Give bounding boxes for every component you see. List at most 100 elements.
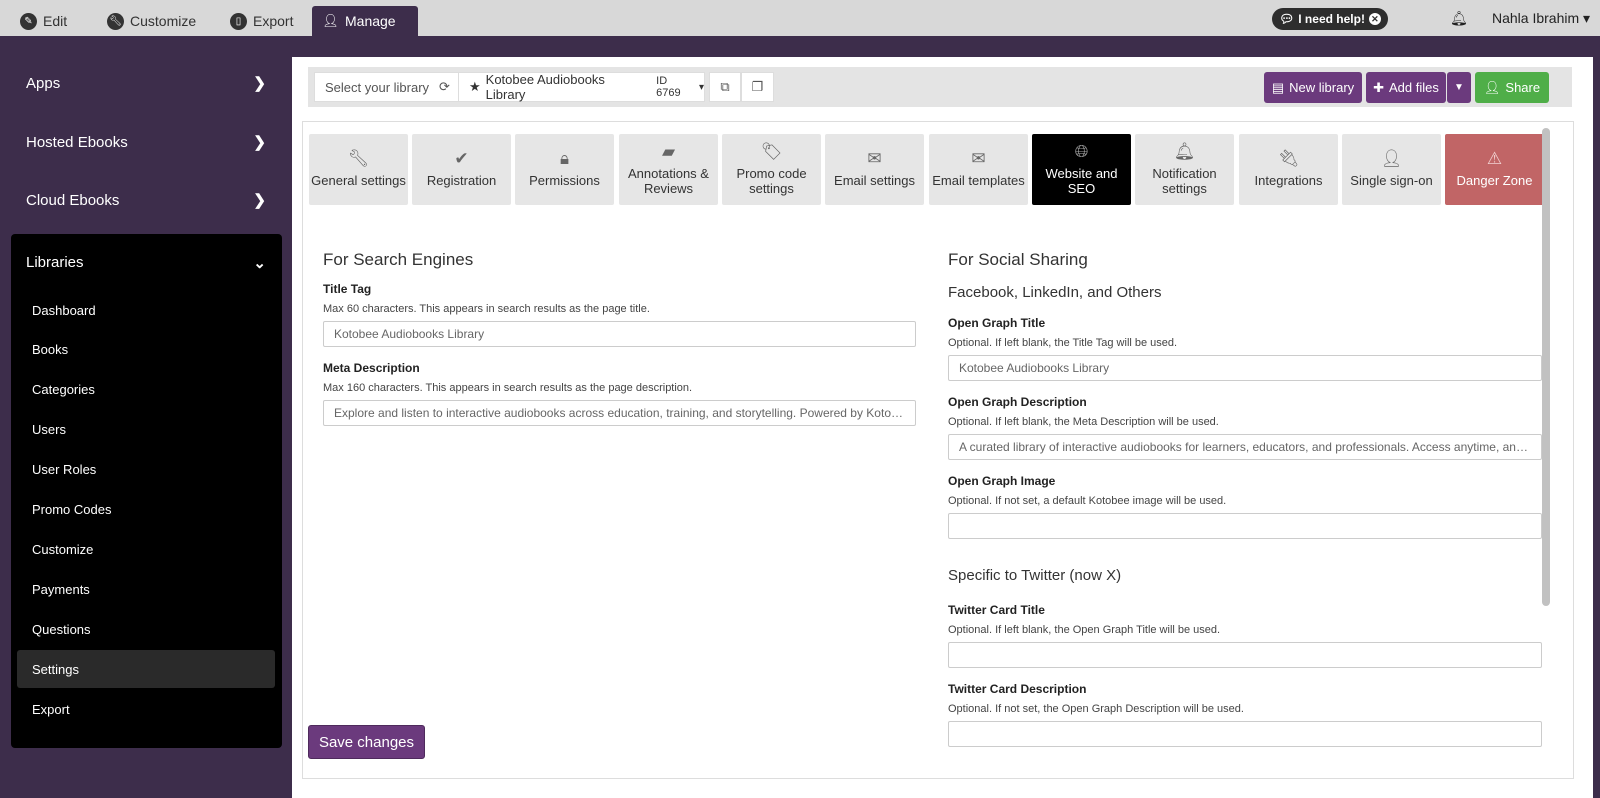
tab-integrations[interactable]: 🔌︎ Integrations [1239, 134, 1338, 205]
top-tab-customize[interactable]: 🔧︎ Customize [97, 6, 206, 36]
social-sharing-heading: For Social Sharing [948, 250, 1088, 269]
sidebar-item-label: User Roles [32, 461, 97, 477]
sidebar-item-promo-codes[interactable]: Promo Codes [17, 490, 275, 528]
sidebar-item-user-roles[interactable]: User Roles [17, 450, 275, 488]
panel-scrollbar[interactable] [1542, 128, 1550, 606]
sidebar-item-users[interactable]: Users [17, 410, 275, 448]
meta-description-help: Max 160 characters. This appears in sear… [323, 382, 693, 394]
sidebar-item-payments[interactable]: Payments [17, 570, 275, 608]
sidebar-item-customize[interactable]: Customize [17, 530, 275, 568]
lock-icon: 🔒︎ [559, 149, 570, 168]
open-external-button[interactable]: ⧉ [709, 72, 741, 102]
user-menu[interactable]: Nahla Ibrahim ▾ [1492, 10, 1590, 27]
twitter-card-title-input[interactable] [948, 642, 1542, 668]
og-description-value: A curated library of interactive audiobo… [959, 440, 1531, 454]
user-plus-icon: 👤︎ [1483, 79, 1501, 95]
og-title-value: Kotobee Audiobooks Library [959, 361, 1110, 375]
tab-general-settings[interactable]: 🔧︎ General settings [309, 134, 408, 205]
meta-description-label: Meta Description [323, 361, 420, 375]
chevron-right-icon: ❯ [253, 192, 266, 209]
new-library-button[interactable]: ▤ New library [1264, 72, 1362, 103]
check-icon: ✔ [454, 149, 469, 168]
sidebar-item-label: Categories [32, 381, 95, 397]
top-tab-edit[interactable]: ✎ Edit [10, 6, 77, 36]
sidebar-item-label: Promo Codes [32, 501, 112, 517]
sidebar-item-export[interactable]: Export [17, 690, 275, 728]
library-select-label[interactable]: Select your library ⟳ [314, 72, 459, 102]
tab-annotations-reviews[interactable]: ▰ Annotations & Reviews [619, 134, 718, 205]
tab-notification-settings[interactable]: 🔔︎ Notification settings [1135, 134, 1234, 205]
og-image-label: Open Graph Image [948, 474, 1056, 488]
sidebar-item-label: Questions [32, 621, 91, 637]
sidebar-item-label: Dashboard [32, 302, 96, 318]
share-button[interactable]: 👤︎ Share [1475, 72, 1549, 103]
og-image-input[interactable] [948, 513, 1542, 539]
close-icon[interactable]: ✕ [1368, 13, 1381, 25]
external-link-icon: ⧉ [720, 79, 730, 94]
globe-icon: 🌐︎ [1074, 141, 1089, 161]
tab-label: Website and SEO [1045, 165, 1118, 196]
add-files-dropdown[interactable]: ▼ [1447, 72, 1471, 103]
sidebar-item-label: Books [32, 341, 69, 357]
sidebar-item-settings[interactable]: Settings [17, 650, 275, 688]
select-library-label: Select your library [325, 79, 430, 95]
top-tab-label: Manage [345, 13, 396, 29]
refresh-icon[interactable]: ⟳ [439, 79, 450, 95]
twitter-subheading: Specific to Twitter (now X) [948, 567, 1122, 584]
caret-down-icon: ▾ [698, 81, 704, 93]
help-button[interactable]: 💬︎ I need help! ✕ [1272, 8, 1388, 30]
chevron-right-icon: ❯ [253, 75, 266, 92]
tab-label: Danger Zone [1456, 173, 1533, 188]
search-engines-heading: For Search Engines [323, 250, 474, 269]
og-title-input[interactable]: Kotobee Audiobooks Library [948, 355, 1542, 381]
og-description-input[interactable]: A curated library of interactive audiobo… [948, 434, 1542, 460]
caret-down-icon: ▼ [1454, 82, 1464, 93]
tab-registration[interactable]: ✔ Registration [412, 134, 511, 205]
plug-icon: 🔌︎ [1277, 149, 1300, 168]
phone-icon: ▯ [230, 12, 247, 30]
tab-email-settings[interactable]: ✉ Email settings [825, 134, 924, 205]
tab-label: Registration [426, 173, 497, 188]
save-changes-button[interactable]: Save changes [308, 725, 425, 759]
archive-icon: ▤ [1271, 79, 1285, 95]
settings-panel: 🔧︎ General settings ✔ Registration 🔒︎ Pe… [302, 121, 1574, 779]
tab-permissions[interactable]: 🔒︎ Permissions [515, 134, 614, 205]
title-tag-input[interactable]: Kotobee Audiobooks Library [323, 321, 916, 347]
twitter-card-description-input[interactable] [948, 721, 1542, 747]
library-id: ID 6769 [656, 75, 681, 99]
library-dropdown[interactable]: ★ Kotobee Audiobooks Library ID 6769 ▾ [458, 72, 705, 102]
copy-button[interactable]: ❐ [741, 72, 774, 102]
sidebar-item-label: Apps [26, 74, 61, 92]
chevron-down-icon: ⌄ [253, 255, 266, 272]
add-files-label: Add files [1389, 80, 1439, 95]
tab-promo-code-settings[interactable]: 🏷︎ Promo code settings [722, 134, 821, 205]
sidebar-item-hosted-ebooks[interactable]: Hosted Ebooks ❯ [26, 133, 266, 152]
sidebar-item-dashboard[interactable]: Dashboard [17, 291, 275, 329]
sidebar-item-label: Export [32, 701, 70, 717]
sidebar-item-books[interactable]: Books [17, 330, 275, 368]
top-navbar: ✎ Edit 🔧︎ Customize ▯ Export 👤︎ Manage 💬… [0, 0, 1600, 36]
sidebar-item-categories[interactable]: Categories [17, 370, 275, 408]
og-description-label: Open Graph Description [948, 395, 1087, 409]
warning-icon: ⚠ [1486, 149, 1503, 168]
tag-icon: 🏷︎ [760, 141, 783, 161]
tab-danger-zone[interactable]: ⚠ Danger Zone [1445, 134, 1544, 205]
top-tab-manage[interactable]: 👤︎ Manage [312, 6, 418, 36]
twitter-card-title-label: Twitter Card Title [948, 603, 1045, 617]
bell-icon: 🔔︎ [1173, 141, 1196, 161]
title-tag-value: Kotobee Audiobooks Library [334, 327, 485, 341]
sidebar-item-questions[interactable]: Questions [17, 610, 275, 648]
sidebar-item-libraries[interactable]: Libraries ⌄ [26, 254, 266, 272]
tab-single-sign-on[interactable]: 👤︎ Single sign-on [1342, 134, 1441, 205]
pencil-icon: ✎ [20, 12, 37, 30]
library-toolbar: Select your library ⟳ ★ Kotobee Audioboo… [308, 67, 1572, 107]
copy-icon: ❐ [751, 79, 764, 94]
add-files-button[interactable]: ✚ Add files [1366, 72, 1446, 103]
tab-website-and-seo[interactable]: 🌐︎ Website and SEO [1032, 134, 1131, 205]
meta-description-input[interactable]: Explore and listen to interactive audiob… [323, 400, 916, 426]
tab-email-templates[interactable]: ✉ Email templates [929, 134, 1028, 205]
sidebar-item-apps[interactable]: Apps ❯ [26, 74, 266, 93]
top-tab-export[interactable]: ▯ Export [220, 6, 303, 36]
sidebar-item-cloud-ebooks[interactable]: Cloud Ebooks ❯ [26, 191, 266, 210]
bell-icon[interactable]: 🔔︎ [1450, 10, 1468, 27]
